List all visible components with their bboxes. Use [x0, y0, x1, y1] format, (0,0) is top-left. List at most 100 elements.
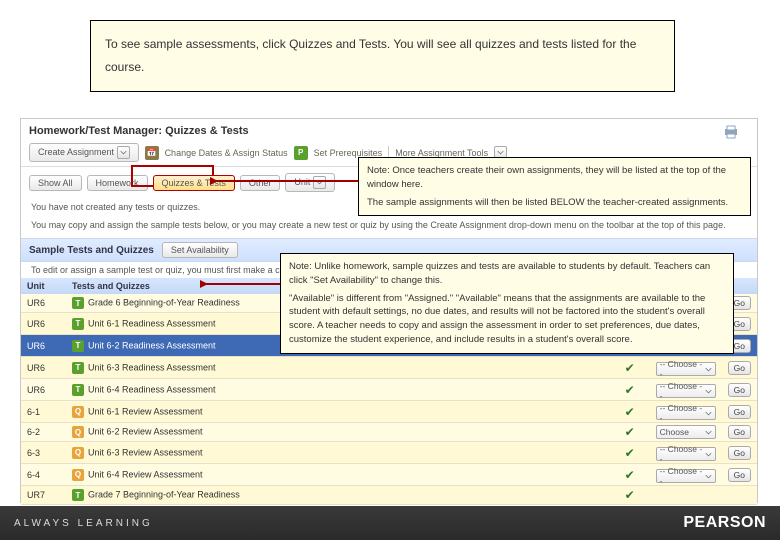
cell-unit: UR6 [21, 313, 66, 335]
check-icon: ✔ [616, 468, 644, 482]
callout-availability: Note: Unlike homework, sample quizzes an… [280, 253, 734, 354]
cell-name: QUnit 6-4 Review Assessment [66, 464, 610, 486]
more-tools-link[interactable]: More Assignment Tools [395, 148, 488, 158]
cell-available: ✔ [610, 379, 650, 401]
arrow-icon [210, 173, 360, 203]
chevron-down-icon[interactable] [117, 146, 130, 159]
cell-name: QUnit 6-3 Review Assessment [66, 442, 610, 464]
go-button[interactable]: Go [728, 468, 751, 482]
cell-action: -- Choose -- [650, 357, 722, 379]
action-select[interactable]: -- Choose -- [656, 362, 716, 376]
cell-available: ✔ [610, 442, 650, 464]
create-label: Create Assignment [38, 147, 114, 157]
cell-name: TUnit 6-3 Readiness Assessment [66, 357, 610, 379]
table-row[interactable]: 6-3QUnit 6-3 Review Assessment ✔ -- Choose… [21, 442, 757, 464]
callout-teacher-assignments: Note: Once teachers create their own ass… [358, 157, 751, 216]
arrow-icon [200, 276, 286, 296]
table-row[interactable]: UR6TUnit 6-4 Readiness Assessment✔-- Cho… [21, 379, 757, 401]
go-button[interactable]: Go [728, 383, 751, 397]
cell-unit: 6-2 [21, 423, 66, 442]
callout-text: Note: Unlike homework, sample quizzes an… [289, 260, 725, 288]
test-icon: T [72, 362, 84, 374]
col-unit: Unit [21, 278, 66, 294]
info-copy-assign: You may copy and assign the sample tests… [21, 216, 757, 234]
check-icon: ✔ [616, 405, 644, 419]
cell-unit: 6-3 [21, 442, 66, 464]
cell-go: Go [722, 423, 757, 442]
quiz-icon: Q [72, 447, 84, 459]
cell-action: -- Choose -- [650, 379, 722, 401]
slide-footer: ALWAYS LEARNING PEARSON [0, 506, 780, 540]
go-button[interactable]: Go [728, 361, 751, 375]
cell-action [650, 486, 722, 505]
action-select[interactable]: -- Choose -- [656, 447, 716, 461]
test-icon: T [72, 384, 84, 396]
cell-available: ✔ [610, 423, 650, 442]
cell-name: TUnit 6-4 Readiness Assessment [66, 379, 610, 401]
action-select[interactable]: Choose [656, 425, 716, 439]
cell-go: Go [722, 401, 757, 423]
cell-action: -- Choose -- [650, 442, 722, 464]
cell-unit: 6-4 [21, 464, 66, 486]
callout-text: Note: Once teachers create their own ass… [367, 164, 742, 192]
go-button[interactable]: Go [728, 405, 751, 419]
table-row[interactable]: 6-1QUnit 6-1 Review Assessment ✔ -- Choose… [21, 401, 757, 423]
cell-available: ✔ [610, 464, 650, 486]
pearson-logo: PEARSON [683, 514, 766, 532]
cell-unit: UR6 [21, 357, 66, 379]
cell-go: Go [722, 442, 757, 464]
table-row[interactable]: 6-2QUnit 6-2 Review Assessment ✔ Choose Go [21, 423, 757, 442]
print-icon[interactable] [723, 125, 739, 142]
cell-unit: UR6 [21, 335, 66, 357]
cell-go: Go [722, 357, 757, 379]
app-title: Homework/Test Manager: Quizzes & Tests [21, 119, 757, 139]
cell-available: ✔ [610, 486, 650, 505]
cell-name: TGrade 7 Beginning-of-Year Readiness [66, 486, 610, 505]
change-dates-link[interactable]: Change Dates & Assign Status [165, 148, 288, 158]
cell-available: ✔ [610, 357, 650, 379]
cell-unit: UR6 [21, 294, 66, 313]
filter-homework[interactable]: Homework [87, 175, 148, 191]
quiz-icon: Q [72, 426, 84, 438]
create-assignment-button[interactable]: Create Assignment [29, 143, 139, 162]
cell-unit: UR7 [21, 486, 66, 505]
test-icon: T [72, 318, 84, 330]
check-icon: ✔ [616, 383, 644, 397]
check-icon: ✔ [616, 425, 644, 439]
quiz-icon: Q [72, 406, 84, 418]
test-icon: T [72, 340, 84, 352]
go-button[interactable]: Go [728, 446, 751, 460]
cell-unit: 6-1 [21, 401, 66, 423]
action-select[interactable]: -- Choose -- [656, 469, 716, 483]
filter-show-all[interactable]: Show All [29, 175, 82, 191]
go-button[interactable]: Go [728, 425, 751, 439]
test-icon: T [72, 297, 84, 309]
cell-available: ✔ [610, 401, 650, 423]
quiz-icon: Q [72, 469, 84, 481]
footer-tagline: ALWAYS LEARNING [14, 518, 153, 529]
table-row[interactable]: UR7TGrade 7 Beginning-of-Year Readiness ✔ [21, 486, 757, 505]
callout-text: The sample assignments will then be list… [367, 196, 742, 210]
cell-go: Go [722, 379, 757, 401]
action-select[interactable]: -- Choose -- [656, 384, 716, 398]
cell-action: Choose [650, 423, 722, 442]
cell-name: QUnit 6-1 Review Assessment [66, 401, 610, 423]
table-row[interactable]: UR6TUnit 6-3 Readiness Assessment ✔ -- Cho… [21, 357, 757, 379]
instruction-callout: To see sample assessments, click Quizzes… [90, 20, 675, 92]
check-icon: ✔ [616, 446, 644, 460]
table-row[interactable]: 6-4QUnit 6-4 Review Assessment ✔ -- Choose… [21, 464, 757, 486]
sample-section-title: Sample Tests and Quizzes [29, 245, 154, 256]
cell-name: QUnit 6-2 Review Assessment [66, 423, 610, 442]
set-availability-button[interactable]: Set Availability [162, 242, 238, 258]
callout-text: "Available" is different from "Assigned.… [289, 292, 725, 347]
cell-go [722, 486, 757, 505]
calendar-icon: 📅 [145, 146, 159, 160]
cell-action: -- Choose -- [650, 464, 722, 486]
prereq-icon: P [294, 146, 308, 160]
set-prereq-link[interactable]: Set Prerequisites [314, 148, 383, 158]
check-icon: ✔ [616, 361, 644, 375]
action-select[interactable]: -- Choose -- [656, 406, 716, 420]
test-icon: T [72, 489, 84, 501]
check-icon: ✔ [616, 488, 644, 502]
cell-go: Go [722, 464, 757, 486]
